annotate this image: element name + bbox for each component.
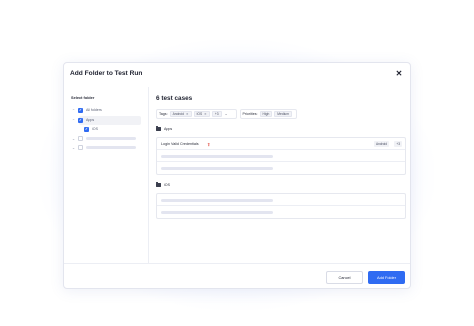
- remove-tag-icon[interactable]: ✕: [204, 112, 207, 116]
- section-header-apps[interactable]: Apps: [156, 126, 173, 131]
- close-icon[interactable]: ✕: [394, 69, 404, 79]
- loading-placeholder: [86, 136, 136, 140]
- more-tags-chip[interactable]: +3: [211, 111, 222, 117]
- section-title: Apps: [164, 127, 173, 131]
- tree-item-label: All folders: [86, 108, 102, 112]
- chevron-up-icon[interactable]: ⌃: [71, 108, 76, 113]
- test-case-list-apps: Login Valid Credentials ⇧ Android +3: [156, 137, 406, 175]
- dialog-header: Add Folder to Test Run ✕: [64, 63, 410, 87]
- chevron-up-icon[interactable]: ⌃: [71, 118, 76, 123]
- test-case-row-loading: [157, 150, 405, 162]
- chevron-down-icon[interactable]: ⌄: [71, 145, 76, 150]
- tags-filter[interactable]: Tags: Android ✕ iOS ✕ +3 ⌄: [156, 109, 237, 119]
- priorities-filter[interactable]: Priorities: High Medium: [239, 109, 298, 119]
- folder-icon: [156, 126, 161, 131]
- filter-bar: Tags: Android ✕ iOS ✕ +3 ⌄ Priorities: H…: [156, 109, 298, 119]
- priorities-filter-label: Priorities:: [242, 112, 258, 116]
- tree-item-placeholder[interactable]: ⌄: [71, 143, 136, 151]
- tree-item-label: Apps: [86, 118, 95, 122]
- test-case-row-loading: [157, 162, 405, 174]
- tree-item-all-folders[interactable]: ⌃ ✓ All folders: [71, 106, 102, 114]
- chevron-down-icon[interactable]: ⌄: [71, 136, 76, 141]
- test-case-list-ios: [156, 193, 406, 219]
- test-case-row[interactable]: Login Valid Credentials ⇧ Android +3: [157, 138, 405, 150]
- priority-high-icon: ⇧: [207, 141, 211, 147]
- tree-item-ios[interactable]: ✓ iOS: [82, 125, 98, 133]
- loading-placeholder: [161, 198, 273, 202]
- tag-chip-label: Android: [172, 112, 184, 116]
- tag-chip-ios: iOS ✕: [193, 111, 210, 117]
- checkbox-checked[interactable]: ✓: [78, 117, 83, 123]
- test-case-row-loading: [157, 206, 405, 218]
- test-cases-panel: 6 test cases Tags: Android ✕ iOS ✕ +3 ⌄ …: [150, 87, 410, 263]
- test-case-more-tags[interactable]: +3: [394, 141, 402, 147]
- tree-item-apps[interactable]: ⌃ ✓ Apps: [71, 116, 94, 124]
- folder-sidebar: Select folder ⌃ ✓ All folders ⌃ ✓ Apps ✓…: [64, 87, 149, 263]
- priority-chip-medium: Medium: [274, 111, 293, 117]
- add-folder-button[interactable]: Add Folder: [368, 271, 405, 284]
- section-header-ios[interactable]: iOS: [156, 182, 170, 187]
- checkbox-unchecked[interactable]: [78, 144, 83, 150]
- loading-placeholder: [161, 166, 273, 170]
- sidebar-heading: Select folder: [71, 95, 95, 100]
- dialog-footer: Cancel Add Folder: [64, 263, 410, 290]
- checkbox-checked[interactable]: ✓: [84, 126, 89, 132]
- chevron-down-icon[interactable]: ⌄: [225, 112, 228, 116]
- checkbox-checked[interactable]: ✓: [78, 107, 83, 113]
- checkbox-unchecked[interactable]: [78, 135, 83, 141]
- add-folder-dialog: Add Folder to Test Run ✕ Select folder ⌃…: [63, 62, 411, 289]
- tree-item-placeholder[interactable]: ⌄: [71, 134, 136, 142]
- priority-chip-high: High: [259, 111, 273, 117]
- cancel-button[interactable]: Cancel: [326, 271, 363, 284]
- loading-placeholder: [86, 145, 136, 149]
- tree-item-label: iOS: [92, 127, 98, 131]
- loading-placeholder: [161, 154, 273, 158]
- section-title: iOS: [164, 183, 170, 187]
- remove-tag-icon[interactable]: ✕: [186, 112, 189, 116]
- test-case-name: Login Valid Credentials: [161, 142, 199, 146]
- loading-placeholder: [161, 210, 273, 214]
- tag-chip-label: iOS: [196, 112, 203, 116]
- test-case-row-loading: [157, 194, 405, 206]
- test-case-count: 6 test cases: [156, 95, 193, 102]
- folder-icon: [156, 182, 161, 187]
- tag-chip-android: Android ✕: [169, 111, 192, 117]
- dialog-title: Add Folder to Test Run: [70, 70, 143, 77]
- tags-filter-label: Tags:: [159, 112, 168, 116]
- test-case-tag: Android: [374, 141, 389, 147]
